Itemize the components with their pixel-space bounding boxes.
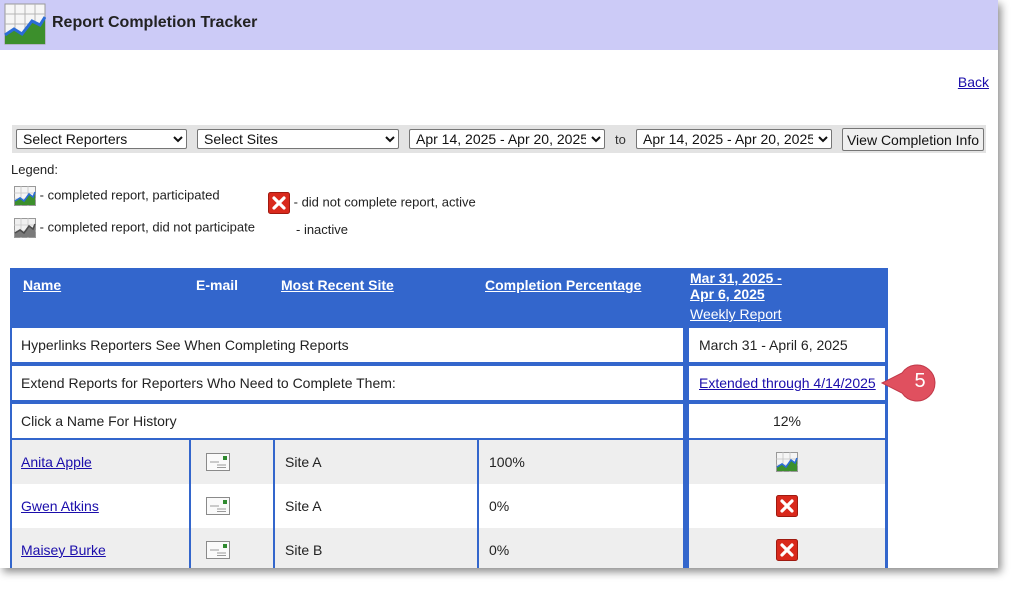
- table-row: Maisey Burke Site B 0%: [10, 528, 888, 568]
- extended-through-link[interactable]: Extended through 4/14/2025: [699, 375, 876, 391]
- table-row: Gwen Atkins Site A 0%: [10, 484, 888, 528]
- site-cell: Site A: [285, 498, 322, 514]
- red-x-icon[interactable]: [776, 495, 798, 517]
- info-row-history: Click a Name For History 12%: [10, 402, 888, 440]
- overall-percentage: 12%: [772, 413, 802, 429]
- info-row-label: Extend Reports for Reporters Who Need to…: [21, 375, 396, 391]
- reporter-name-link[interactable]: Anita Apple: [21, 454, 92, 470]
- mail-icon[interactable]: [206, 541, 230, 559]
- chart-icon[interactable]: [776, 452, 798, 472]
- red-x-icon[interactable]: [776, 539, 798, 561]
- to-label: to: [615, 132, 626, 147]
- legend-title: Legend:: [11, 162, 58, 177]
- completion-cell: 0%: [489, 542, 510, 558]
- back-link[interactable]: Back: [958, 74, 989, 90]
- info-row-hyperlinks: Hyperlinks Reporters See When Completing…: [10, 326, 888, 364]
- table-header: Name E-mail Most Recent Site Completion …: [10, 268, 888, 326]
- title-bar: Report Completion Tracker: [0, 0, 998, 50]
- sites-select[interactable]: Select Sites: [197, 129, 399, 149]
- info-row-extend: Extend Reports for Reporters Who Need to…: [10, 364, 888, 402]
- name-column-header[interactable]: Name: [23, 277, 61, 293]
- info-row-label: Hyperlinks Reporters See When Completing…: [21, 337, 349, 353]
- week-header-line1[interactable]: Mar 31, 2025 -: [690, 270, 782, 286]
- info-row-label: Click a Name For History: [21, 413, 177, 429]
- completion-cell: 100%: [489, 454, 525, 470]
- site-cell: Site B: [285, 542, 323, 558]
- chart-logo-icon: [4, 3, 46, 45]
- email-column-header: E-mail: [196, 277, 239, 293]
- legend-completed-participated: - completed report, participated: [14, 186, 220, 206]
- legend-inactive: - inactive: [296, 222, 348, 237]
- mail-icon[interactable]: [206, 453, 230, 471]
- weekly-report-link[interactable]: Weekly Report: [690, 306, 782, 322]
- table-row: Anita Apple Site A 100%: [10, 440, 888, 484]
- from-week-select[interactable]: Apr 14, 2025 - Apr 20, 2025: [409, 129, 605, 149]
- week-header-line2[interactable]: Apr 6, 2025: [690, 286, 765, 302]
- reporter-name-link[interactable]: Maisey Burke: [21, 542, 106, 558]
- reporters-select[interactable]: Select Reporters: [16, 129, 187, 149]
- completion-cell: 0%: [489, 498, 510, 514]
- legend-inactive-label: - inactive: [296, 222, 349, 237]
- callout-number: 5: [914, 370, 926, 392]
- grey-chart-icon: [14, 218, 36, 238]
- chart-icon: [14, 186, 36, 206]
- legend-not-completed-active-label: - did not complete report, active: [293, 194, 476, 210]
- site-cell: Site A: [285, 454, 322, 470]
- view-completion-button[interactable]: View Completion Info: [842, 128, 984, 151]
- completion-column-header[interactable]: Completion Percentage: [485, 277, 641, 293]
- legend-completed-not-participated-label: - completed report, did not participate: [39, 219, 255, 235]
- page: Report Completion Tracker Back Select Re…: [0, 0, 998, 568]
- info-row-value: March 31 - April 6, 2025: [699, 337, 848, 353]
- legend-completed-not-participated: - completed report, did not participate: [14, 218, 255, 238]
- red-x-icon: [268, 192, 290, 214]
- site-column-header[interactable]: Most Recent Site: [281, 277, 394, 293]
- reporter-name-link[interactable]: Gwen Atkins: [21, 498, 99, 514]
- legend-not-completed-active: - did not complete report, active: [268, 192, 476, 214]
- to-week-select[interactable]: Apr 14, 2025 - Apr 20, 2025: [636, 129, 832, 149]
- mail-icon[interactable]: [206, 497, 230, 515]
- filter-bar: Select Reporters Select Sites Apr 14, 20…: [12, 125, 986, 153]
- page-title: Report Completion Tracker: [52, 14, 258, 31]
- legend-completed-participated-label: - completed report, participated: [39, 187, 220, 203]
